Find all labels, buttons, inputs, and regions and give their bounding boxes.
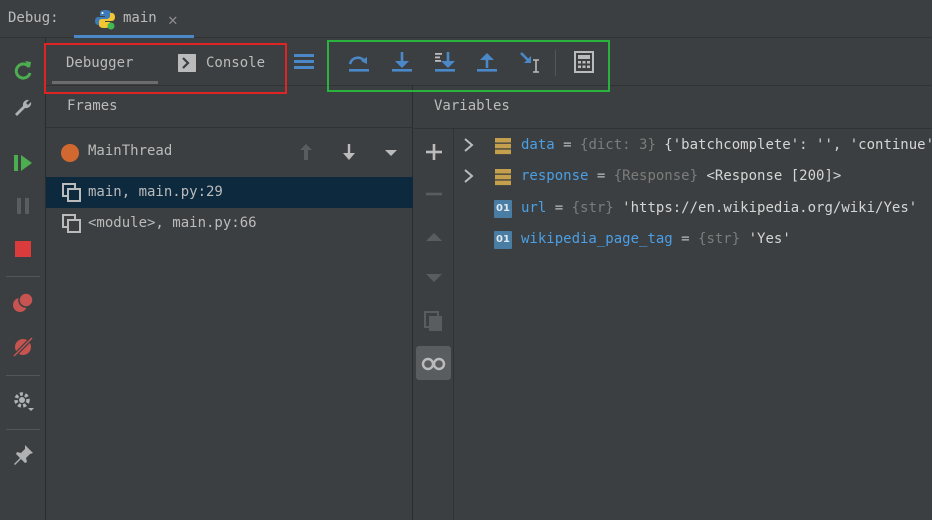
variable-text: response = {Response} <Response [200]>: [521, 168, 842, 184]
next-frame-icon[interactable]: [337, 140, 361, 164]
frames-header: Frames: [46, 86, 413, 128]
chevron-right-icon[interactable]: [461, 167, 477, 185]
frame-row[interactable]: main, main.py:29: [46, 177, 413, 208]
variables-toolbar: [414, 129, 454, 520]
variable-text: url = {str} 'https://en.wikipedia.org/wi…: [521, 200, 918, 216]
previous-frame-icon[interactable]: [294, 140, 318, 164]
step-into-my-code-icon[interactable]: [433, 50, 457, 74]
debug-label: Debug:: [8, 10, 59, 26]
rerun-icon[interactable]: [11, 58, 35, 82]
variable-type: {dict: 3}: [580, 137, 656, 153]
debug-side-toolbar: [0, 38, 46, 520]
variable-name: url: [521, 200, 547, 216]
step-into-icon[interactable]: [390, 50, 414, 74]
variable-type: {str}: [698, 231, 741, 247]
move-down-icon[interactable]: [421, 265, 447, 291]
variables-header: Variables: [414, 86, 932, 129]
run-tab-label: main: [123, 10, 157, 26]
thread-selector[interactable]: MainThread: [46, 128, 413, 176]
variable-text: wikipedia_page_tag = {str} 'Yes': [521, 231, 791, 247]
console-icon: [178, 54, 196, 72]
str-icon: 01: [494, 200, 512, 218]
chevron-down-icon[interactable]: [379, 140, 403, 164]
view-breakpoints-icon[interactable]: [11, 291, 35, 315]
variable-row[interactable]: data = {dict: 3} {'batchcomplete': '', '…: [455, 130, 932, 161]
variable-name: wikipedia_page_tag: [521, 231, 673, 247]
variable-type: {Response}: [613, 168, 699, 184]
variable-value: 'Yes': [740, 231, 791, 247]
chevron-right-icon[interactable]: [461, 136, 477, 154]
variable-name: response: [521, 168, 589, 184]
variable-value: <Response [200]>: [698, 168, 842, 184]
debug-tool-window-header: Debug: main ✕: [0, 0, 932, 38]
run-config-tab[interactable]: main ✕: [74, 0, 194, 38]
run-to-cursor-icon[interactable]: [518, 50, 542, 74]
close-icon[interactable]: ✕: [168, 10, 178, 29]
toolbar-separator: [6, 375, 40, 376]
tab-debugger[interactable]: Debugger: [66, 55, 133, 71]
python-icon: [95, 10, 115, 30]
move-up-icon[interactable]: [421, 224, 447, 250]
stop-icon[interactable]: [11, 237, 35, 261]
duplicate-watch-icon[interactable]: [421, 308, 447, 334]
active-tab-indicator: [52, 81, 158, 84]
variables-title: Variables: [434, 98, 510, 114]
evaluate-expression-icon[interactable]: [572, 50, 596, 74]
remove-watch-icon[interactable]: [421, 181, 447, 207]
variables-list: data = {dict: 3} {'batchcomplete': '', '…: [455, 129, 932, 520]
toolbar-separator: [6, 429, 40, 430]
step-over-icon[interactable]: [347, 50, 371, 74]
frame-icon: [62, 214, 81, 233]
variable-value: 'https://en.wikipedia.org/wiki/Yes': [613, 200, 918, 216]
dict-icon: [495, 138, 511, 155]
restore-layout-icon[interactable]: [293, 51, 315, 73]
debugger-tabs-toolbar: Debugger Console: [46, 38, 932, 86]
variable-name: data: [521, 137, 555, 153]
frame-icon: [62, 183, 81, 202]
variable-text: data = {dict: 3} {'batchcomplete': '', '…: [521, 137, 932, 153]
thread-name: MainThread: [88, 143, 173, 159]
str-icon: 01: [494, 231, 512, 249]
glasses-icon: [421, 357, 446, 371]
variable-row[interactable]: response = {Response} <Response [200]>: [455, 161, 932, 192]
wrench-icon[interactable]: [11, 96, 35, 120]
pin-icon[interactable]: [11, 443, 35, 467]
thread-status-icon: [61, 144, 79, 162]
gear-icon[interactable]: [11, 389, 35, 413]
variable-type: {str}: [571, 200, 614, 216]
object-icon: [495, 169, 511, 186]
frames-panel: Frames MainThread main, main.py:29 <modu…: [46, 86, 413, 520]
toolbar-separator: [555, 50, 556, 76]
variable-value: {'batchcomplete': '', 'continue': {': [664, 137, 932, 153]
add-watch-icon[interactable]: [421, 139, 447, 165]
mute-breakpoints-icon[interactable]: [11, 335, 35, 359]
tab-console-label: Console: [206, 55, 266, 71]
frame-label: <module>, main.py:66: [88, 215, 257, 231]
frames-title: Frames: [67, 98, 118, 114]
pause-icon[interactable]: [11, 194, 35, 218]
variable-row[interactable]: 01 url = {str} 'https://en.wikipedia.org…: [455, 193, 932, 224]
toolbar-separator: [6, 276, 40, 277]
step-out-icon[interactable]: [475, 50, 499, 74]
frame-row[interactable]: <module>, main.py:66: [46, 208, 413, 239]
resume-icon[interactable]: [11, 151, 35, 175]
show-watches-toggle[interactable]: [416, 346, 451, 380]
frame-label: main, main.py:29: [88, 184, 223, 200]
variable-row[interactable]: 01 wikipedia_page_tag = {str} 'Yes': [455, 224, 932, 255]
